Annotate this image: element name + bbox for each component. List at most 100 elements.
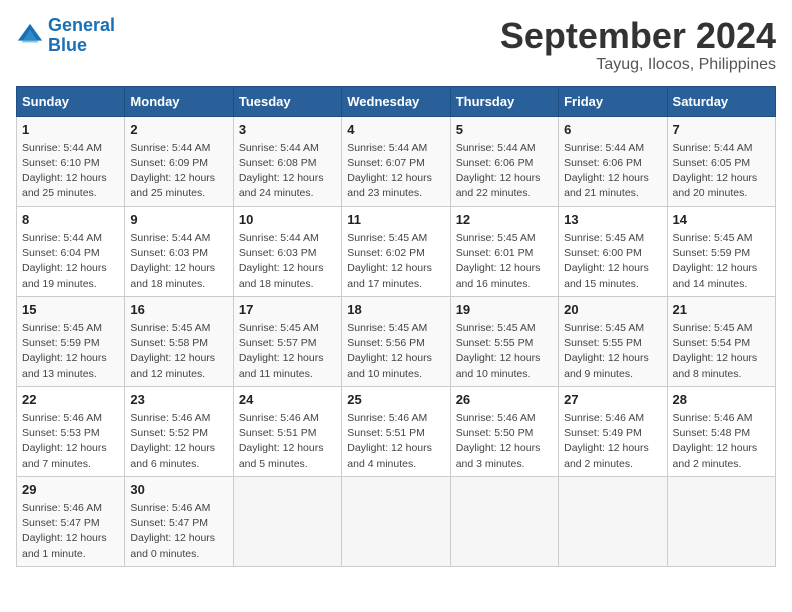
day-number-8: 8 — [22, 211, 119, 229]
day-info-24: Sunrise: 5:46 AM Sunset: 5:51 PM Dayligh… — [239, 411, 336, 472]
day-info-18: Sunrise: 5:45 AM Sunset: 5:56 PM Dayligh… — [347, 321, 444, 382]
day-info-7: Sunrise: 5:44 AM Sunset: 6:05 PM Dayligh… — [673, 141, 770, 202]
day-info-6: Sunrise: 5:44 AM Sunset: 6:06 PM Dayligh… — [564, 141, 661, 202]
day-info-1: Sunrise: 5:44 AM Sunset: 6:10 PM Dayligh… — [22, 141, 119, 202]
day-info-3: Sunrise: 5:44 AM Sunset: 6:08 PM Dayligh… — [239, 141, 336, 202]
day-info-2: Sunrise: 5:44 AM Sunset: 6:09 PM Dayligh… — [130, 141, 227, 202]
day-number-6: 6 — [564, 121, 661, 139]
day-number-9: 9 — [130, 211, 227, 229]
calendar-cell-16: 16 Sunrise: 5:45 AM Sunset: 5:58 PM Dayli… — [125, 296, 233, 386]
day-info-16: Sunrise: 5:45 AM Sunset: 5:58 PM Dayligh… — [130, 321, 227, 382]
day-number-26: 26 — [456, 391, 553, 409]
day-number-11: 11 — [347, 211, 444, 229]
logo-general: General — [48, 15, 115, 35]
day-number-7: 7 — [673, 121, 770, 139]
header-friday: Friday — [559, 86, 667, 116]
day-number-24: 24 — [239, 391, 336, 409]
location: Tayug, Ilocos, Philippines — [500, 56, 776, 74]
day-info-26: Sunrise: 5:46 AM Sunset: 5:50 PM Dayligh… — [456, 411, 553, 472]
calendar-cell-24: 24 Sunrise: 5:46 AM Sunset: 5:51 PM Dayli… — [233, 386, 341, 476]
calendar-table: Sunday Monday Tuesday Wednesday Thursday… — [16, 86, 776, 567]
calendar-cell-empty — [667, 476, 775, 566]
day-info-30: Sunrise: 5:46 AM Sunset: 5:47 PM Dayligh… — [130, 501, 227, 562]
calendar-cell-17: 17Sunrise: 5:45 AM Sunset: 5:57 PM Dayli… — [233, 296, 341, 386]
calendar-cell-12: 12 Sunrise: 5:45 AM Sunset: 6:01 PM Dayli… — [450, 206, 558, 296]
calendar-cell-22: 22 Sunrise: 5:46 AM Sunset: 5:53 PM Dayli… — [17, 386, 125, 476]
day-info-25: Sunrise: 5:46 AM Sunset: 5:51 PM Dayligh… — [347, 411, 444, 472]
day-number-14: 14 — [673, 211, 770, 229]
day-info-10: Sunrise: 5:44 AM Sunset: 6:03 PM Dayligh… — [239, 231, 336, 292]
day-number-23: 23 — [130, 391, 227, 409]
calendar-cell-28: 28Sunrise: 5:46 AM Sunset: 5:48 PM Dayli… — [667, 386, 775, 476]
day-info-9: Sunrise: 5:44 AM Sunset: 6:03 PM Dayligh… — [130, 231, 227, 292]
day-info-23: Sunrise: 5:46 AM Sunset: 5:52 PM Dayligh… — [130, 411, 227, 472]
day-number-16: 16 — [130, 301, 227, 319]
logo-blue: Blue — [48, 35, 87, 55]
calendar-cell-29: 29Sunrise: 5:46 AM Sunset: 5:47 PM Dayli… — [17, 476, 125, 566]
calendar-cell-empty — [450, 476, 558, 566]
calendar-week-3: 15Sunrise: 5:45 AM Sunset: 5:59 PM Dayli… — [17, 296, 776, 386]
calendar-week-4: 22 Sunrise: 5:46 AM Sunset: 5:53 PM Dayli… — [17, 386, 776, 476]
month-title: September 2024 — [500, 16, 776, 56]
day-info-11: Sunrise: 5:45 AM Sunset: 6:02 PM Dayligh… — [347, 231, 444, 292]
day-number-29: 29 — [22, 481, 119, 499]
logo-icon — [16, 22, 44, 50]
calendar-cell-1: 1Sunrise: 5:44 AM Sunset: 6:10 PM Daylig… — [17, 116, 125, 206]
day-number-18: 18 — [347, 301, 444, 319]
day-info-14: Sunrise: 5:45 AM Sunset: 5:59 PM Dayligh… — [673, 231, 770, 292]
day-number-27: 27 — [564, 391, 661, 409]
day-number-2: 2 — [130, 121, 227, 139]
calendar-cell-14: 14 Sunrise: 5:45 AM Sunset: 5:59 PM Dayli… — [667, 206, 775, 296]
calendar-cell-20: 20 Sunrise: 5:45 AM Sunset: 5:55 PM Dayli… — [559, 296, 667, 386]
day-info-21: Sunrise: 5:45 AM Sunset: 5:54 PM Dayligh… — [673, 321, 770, 382]
header-saturday: Saturday — [667, 86, 775, 116]
calendar-cell-10: 10Sunrise: 5:44 AM Sunset: 6:03 PM Dayli… — [233, 206, 341, 296]
day-info-19: Sunrise: 5:45 AM Sunset: 5:55 PM Dayligh… — [456, 321, 553, 382]
day-number-15: 15 — [22, 301, 119, 319]
day-number-5: 5 — [456, 121, 553, 139]
calendar-cell-8: 8Sunrise: 5:44 AM Sunset: 6:04 PM Daylig… — [17, 206, 125, 296]
calendar-cell-4: 4 Sunrise: 5:44 AM Sunset: 6:07 PM Daylig… — [342, 116, 450, 206]
calendar-cell-2: 2 Sunrise: 5:44 AM Sunset: 6:09 PM Daylig… — [125, 116, 233, 206]
calendar-cell-empty — [233, 476, 341, 566]
day-info-5: Sunrise: 5:44 AM Sunset: 6:06 PM Dayligh… — [456, 141, 553, 202]
day-info-17: Sunrise: 5:45 AM Sunset: 5:57 PM Dayligh… — [239, 321, 336, 382]
calendar-cell-5: 5 Sunrise: 5:44 AM Sunset: 6:06 PM Daylig… — [450, 116, 558, 206]
calendar-week-2: 8Sunrise: 5:44 AM Sunset: 6:04 PM Daylig… — [17, 206, 776, 296]
day-info-12: Sunrise: 5:45 AM Sunset: 6:01 PM Dayligh… — [456, 231, 553, 292]
day-number-19: 19 — [456, 301, 553, 319]
calendar-cell-23: 23 Sunrise: 5:46 AM Sunset: 5:52 PM Dayli… — [125, 386, 233, 476]
calendar-cell-19: 19 Sunrise: 5:45 AM Sunset: 5:55 PM Dayli… — [450, 296, 558, 386]
day-number-20: 20 — [564, 301, 661, 319]
calendar-cell-3: 3 Sunrise: 5:44 AM Sunset: 6:08 PM Daylig… — [233, 116, 341, 206]
day-info-20: Sunrise: 5:45 AM Sunset: 5:55 PM Dayligh… — [564, 321, 661, 382]
calendar-cell-empty — [342, 476, 450, 566]
day-info-4: Sunrise: 5:44 AM Sunset: 6:07 PM Dayligh… — [347, 141, 444, 202]
header-monday: Monday — [125, 86, 233, 116]
calendar-week-1: 1Sunrise: 5:44 AM Sunset: 6:10 PM Daylig… — [17, 116, 776, 206]
header-wednesday: Wednesday — [342, 86, 450, 116]
day-number-3: 3 — [239, 121, 336, 139]
calendar-cell-15: 15Sunrise: 5:45 AM Sunset: 5:59 PM Dayli… — [17, 296, 125, 386]
calendar-body: 1Sunrise: 5:44 AM Sunset: 6:10 PM Daylig… — [17, 116, 776, 566]
calendar-cell-6: 6 Sunrise: 5:44 AM Sunset: 6:06 PM Daylig… — [559, 116, 667, 206]
calendar-cell-7: 7 Sunrise: 5:44 AM Sunset: 6:05 PM Daylig… — [667, 116, 775, 206]
day-number-22: 22 — [22, 391, 119, 409]
calendar-header: Sunday Monday Tuesday Wednesday Thursday… — [17, 86, 776, 116]
day-number-4: 4 — [347, 121, 444, 139]
logo: General Blue — [16, 16, 115, 56]
header-sunday: Sunday — [17, 86, 125, 116]
calendar-cell-21: 21Sunrise: 5:45 AM Sunset: 5:54 PM Dayli… — [667, 296, 775, 386]
calendar-cell-empty — [559, 476, 667, 566]
title-section: September 2024 Tayug, Ilocos, Philippine… — [500, 16, 776, 74]
calendar-cell-11: 11 Sunrise: 5:45 AM Sunset: 6:02 PM Dayli… — [342, 206, 450, 296]
day-info-22: Sunrise: 5:46 AM Sunset: 5:53 PM Dayligh… — [22, 411, 119, 472]
day-number-12: 12 — [456, 211, 553, 229]
calendar-cell-25: 25 Sunrise: 5:46 AM Sunset: 5:51 PM Dayli… — [342, 386, 450, 476]
day-number-25: 25 — [347, 391, 444, 409]
calendar-cell-9: 9 Sunrise: 5:44 AM Sunset: 6:03 PM Daylig… — [125, 206, 233, 296]
day-number-28: 28 — [673, 391, 770, 409]
day-number-30: 30 — [130, 481, 227, 499]
header-thursday: Thursday — [450, 86, 558, 116]
calendar-cell-13: 13Sunrise: 5:45 AM Sunset: 6:00 PM Dayli… — [559, 206, 667, 296]
